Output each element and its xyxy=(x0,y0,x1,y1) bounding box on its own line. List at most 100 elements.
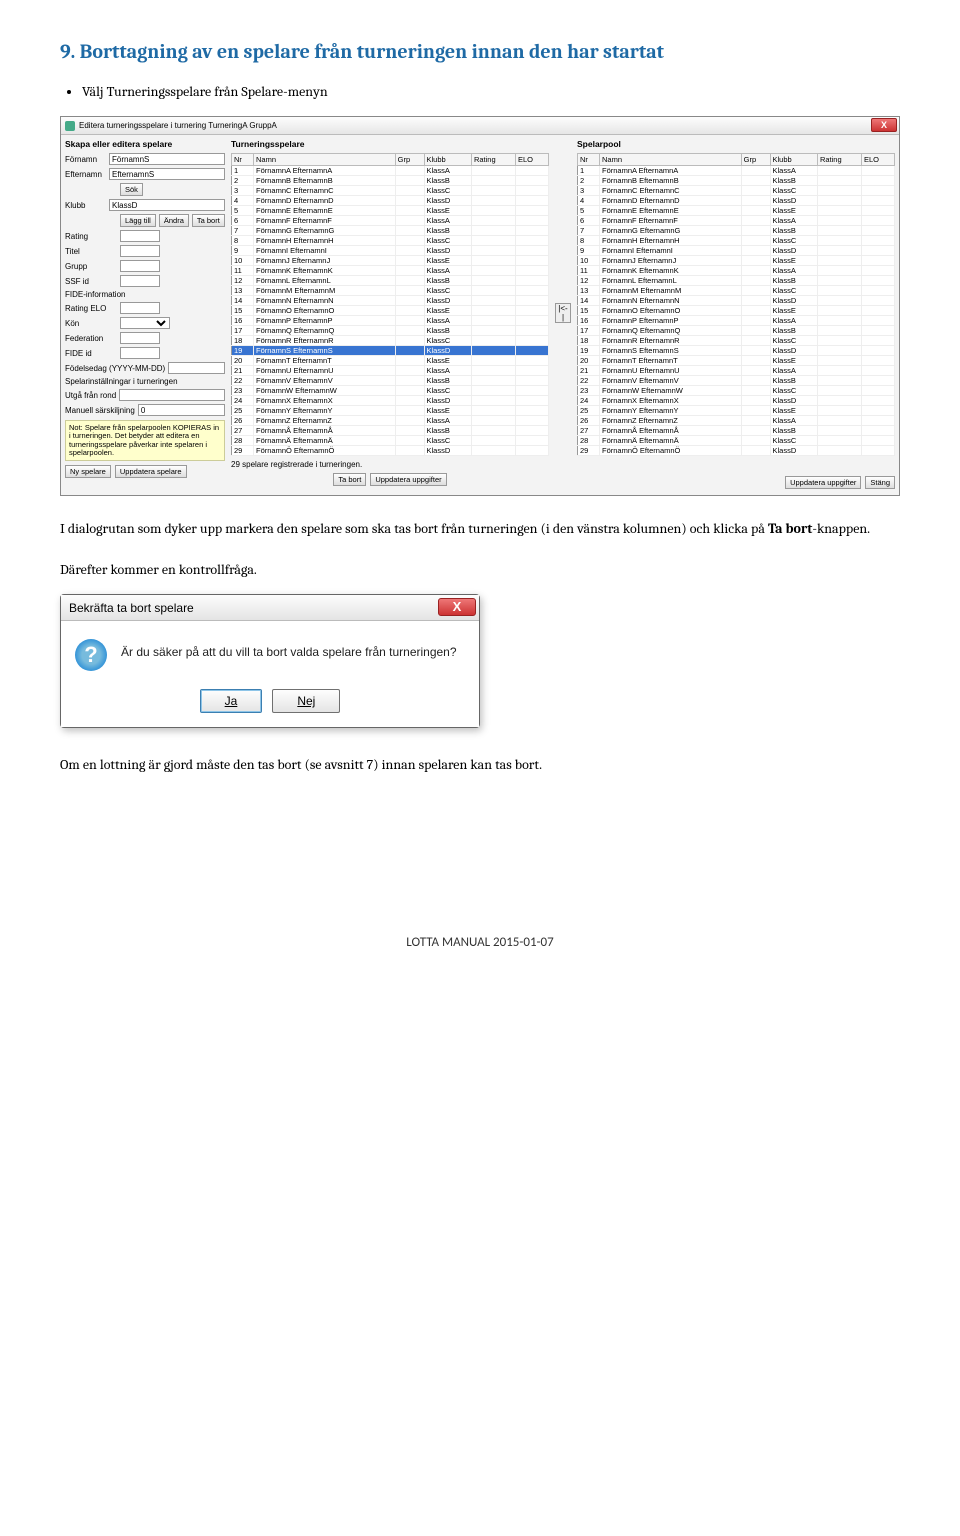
laggtill-button[interactable]: Lägg till xyxy=(120,214,156,227)
table-row[interactable]: 25FörnamnY EfternamnYKlassE xyxy=(578,406,895,416)
table-row[interactable]: 7FörnamnG EfternamnGKlassB xyxy=(578,226,895,236)
table-row[interactable]: 13FörnamnM EfternamnMKlassC xyxy=(232,286,549,296)
move-left-button[interactable]: |<-| xyxy=(555,303,571,323)
table-row[interactable]: 23FörnamnW EfternamnWKlassC xyxy=(578,386,895,396)
nej-button[interactable]: Nej xyxy=(272,689,340,713)
table-row[interactable]: 29FörnamnÖ EfternamnÖKlassD xyxy=(578,446,895,456)
col-klubb[interactable]: Klubb xyxy=(424,154,471,166)
table-row[interactable]: 4FörnamnD EfternamnDKlassD xyxy=(578,196,895,206)
table-row[interactable]: 26FörnamnZ EfternamnZKlassA xyxy=(232,416,549,426)
table-row[interactable]: 27FörnamnÅ EfternamnÅKlassB xyxy=(232,426,549,436)
table-row[interactable]: 14FörnamnN EfternamnNKlassD xyxy=(578,296,895,306)
table-row[interactable]: 7FörnamnG EfternamnGKlassB xyxy=(232,226,549,236)
uppdatera-uppgifter-mid-button[interactable]: Uppdatera uppgifter xyxy=(370,473,446,486)
table-row[interactable]: 20FörnamnT EfternamnTKlassE xyxy=(232,356,549,366)
table-row[interactable]: 10FörnamnJ EfternamnJKlassE xyxy=(578,256,895,266)
table-row[interactable]: 16FörnamnP EfternamnPKlassA xyxy=(232,316,549,326)
kon-select[interactable] xyxy=(120,317,170,329)
table-row[interactable]: 29FörnamnÖ EfternamnÖKlassD xyxy=(232,446,549,456)
col-namn-r[interactable]: Namn xyxy=(600,154,742,166)
table-row[interactable]: 11FörnamnK EfternamnKKlassA xyxy=(578,266,895,276)
utga-input[interactable] xyxy=(119,389,225,401)
player-pool-table[interactable]: Nr Namn Grp Klubb Rating ELO 1FörnamnA E… xyxy=(577,153,895,456)
table-row[interactable]: 1FörnamnA EfternamnAKlassA xyxy=(578,166,895,176)
table-row[interactable]: 18FörnamnR EfternamnRKlassC xyxy=(232,336,549,346)
close-icon[interactable]: X xyxy=(438,598,476,616)
col-grp[interactable]: Grp xyxy=(395,154,424,166)
table-row[interactable]: 13FörnamnM EfternamnMKlassC xyxy=(578,286,895,296)
table-row[interactable]: 22FörnamnV EfternamnVKlassB xyxy=(578,376,895,386)
table-row[interactable]: 17FörnamnQ EfternamnQKlassB xyxy=(578,326,895,336)
rating-input[interactable] xyxy=(120,230,160,242)
titel-input[interactable] xyxy=(120,245,160,257)
efternamn-input[interactable] xyxy=(109,168,225,180)
andra-button[interactable]: Ändra xyxy=(159,214,189,227)
table-row[interactable]: 26FörnamnZ EfternamnZKlassA xyxy=(578,416,895,426)
sok-button[interactable]: Sök xyxy=(120,183,143,196)
table-row[interactable]: 8FörnamnH EfternamnHKlassC xyxy=(232,236,549,246)
tournament-players-table[interactable]: Nr Namn Grp Klubb Rating ELO 1FörnamnA E… xyxy=(231,153,549,456)
table-row[interactable]: 14FörnamnN EfternamnNKlassD xyxy=(232,296,549,306)
table-row[interactable]: 3FörnamnC EfternamnCKlassC xyxy=(578,186,895,196)
table-row[interactable]: 11FörnamnK EfternamnKKlassA xyxy=(232,266,549,276)
table-row[interactable]: 20FörnamnT EfternamnTKlassE xyxy=(578,356,895,366)
ssfid-input[interactable] xyxy=(120,275,160,287)
table-row[interactable]: 22FörnamnV EfternamnVKlassB xyxy=(232,376,549,386)
table-row[interactable]: 28FörnamnÄ EfternamnÄKlassC xyxy=(578,436,895,446)
manuell-input[interactable] xyxy=(138,404,225,416)
table-row[interactable]: 5FörnamnE EfternamnEKlassE xyxy=(578,206,895,216)
tabort-klubb-button[interactable]: Ta bort xyxy=(192,214,225,227)
table-row[interactable]: 9FörnamnI EfternamnIKlassD xyxy=(232,246,549,256)
table-row[interactable]: 8FörnamnH EfternamnHKlassC xyxy=(578,236,895,246)
table-row[interactable]: 24FörnamnX EfternamnXKlassD xyxy=(232,396,549,406)
col-rating-r[interactable]: Rating xyxy=(817,154,861,166)
table-row[interactable]: 15FörnamnO EfternamnOKlassE xyxy=(578,306,895,316)
table-row[interactable]: 2FörnamnB EfternamnBKlassB xyxy=(578,176,895,186)
table-row[interactable]: 12FörnamnL EfternamnLKlassB xyxy=(578,276,895,286)
ratingelo-input[interactable] xyxy=(120,302,160,314)
table-row[interactable]: 21FörnamnU EfternamnUKlassA xyxy=(232,366,549,376)
table-row[interactable]: 18FörnamnR EfternamnRKlassC xyxy=(578,336,895,346)
table-row[interactable]: 17FörnamnQ EfternamnQKlassB xyxy=(232,326,549,336)
ja-button[interactable]: Ja xyxy=(200,689,263,713)
table-row[interactable]: 19FörnamnS EfternamnSKlassD xyxy=(578,346,895,356)
fornamn-input[interactable] xyxy=(109,153,225,165)
col-namn[interactable]: Namn xyxy=(254,154,396,166)
col-grp-r[interactable]: Grp xyxy=(741,154,770,166)
table-row[interactable]: 6FörnamnF EfternamnFKlassA xyxy=(578,216,895,226)
table-row[interactable]: 16FörnamnP EfternamnPKlassA xyxy=(578,316,895,326)
table-row[interactable]: 5FörnamnE EfternamnEKlassE xyxy=(232,206,549,216)
table-row[interactable]: 12FörnamnL EfternamnLKlassB xyxy=(232,276,549,286)
col-klubb-r[interactable]: Klubb xyxy=(770,154,817,166)
col-elo[interactable]: ELO xyxy=(515,154,548,166)
uppdatera-spelare-button[interactable]: Uppdatera spelare xyxy=(115,465,187,478)
table-row[interactable]: 10FörnamnJ EfternamnJKlassE xyxy=(232,256,549,266)
fodelsedag-input[interactable] xyxy=(168,362,225,374)
table-row[interactable]: 28FörnamnÄ EfternamnÄKlassC xyxy=(232,436,549,446)
table-row[interactable]: 24FörnamnX EfternamnXKlassD xyxy=(578,396,895,406)
table-row[interactable]: 9FörnamnI EfternamnIKlassD xyxy=(578,246,895,256)
col-nr[interactable]: Nr xyxy=(232,154,254,166)
table-row[interactable]: 21FörnamnU EfternamnUKlassA xyxy=(578,366,895,376)
federation-input[interactable] xyxy=(120,332,160,344)
col-elo-r[interactable]: ELO xyxy=(861,154,894,166)
table-row[interactable]: 2FörnamnB EfternamnBKlassB xyxy=(232,176,549,186)
table-row[interactable]: 27FörnamnÅ EfternamnÅKlassB xyxy=(578,426,895,436)
table-row[interactable]: 25FörnamnY EfternamnYKlassE xyxy=(232,406,549,416)
table-row[interactable]: 23FörnamnW EfternamnWKlassC xyxy=(232,386,549,396)
table-row[interactable]: 1FörnamnA EfternamnAKlassA xyxy=(232,166,549,176)
col-rating[interactable]: Rating xyxy=(471,154,515,166)
uppdatera-uppgifter-right-button[interactable]: Uppdatera uppgifter xyxy=(785,476,861,489)
nyspelare-button[interactable]: Ny spelare xyxy=(65,465,111,478)
klubb-input[interactable] xyxy=(109,199,225,211)
stang-button[interactable]: Stäng xyxy=(865,476,895,489)
table-row[interactable]: 19FörnamnS EfternamnSKlassD xyxy=(232,346,549,356)
table-row[interactable]: 4FörnamnD EfternamnDKlassD xyxy=(232,196,549,206)
table-row[interactable]: 6FörnamnF EfternamnFKlassA xyxy=(232,216,549,226)
tabort-button[interactable]: Ta bort xyxy=(333,473,366,486)
col-nr-r[interactable]: Nr xyxy=(578,154,600,166)
fideid-input[interactable] xyxy=(120,347,160,359)
grupp-input[interactable] xyxy=(120,260,160,272)
table-row[interactable]: 15FörnamnO EfternamnOKlassE xyxy=(232,306,549,316)
table-row[interactable]: 3FörnamnC EfternamnCKlassC xyxy=(232,186,549,196)
